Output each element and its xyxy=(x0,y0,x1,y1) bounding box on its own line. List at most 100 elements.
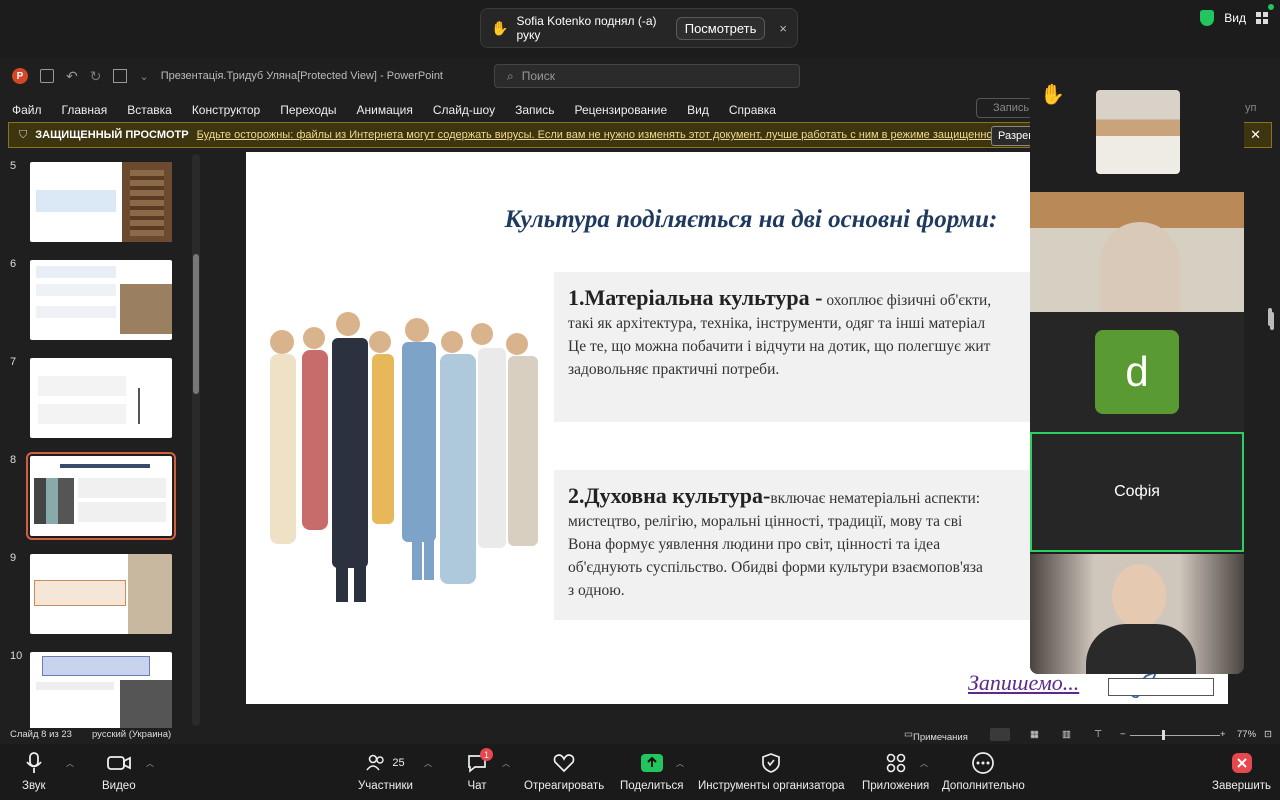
slide-thumbnail-9[interactable] xyxy=(30,554,172,634)
thumbnails-scrollbar[interactable] xyxy=(192,154,200,726)
menu-help[interactable]: Справка xyxy=(729,103,776,117)
apps-icon xyxy=(885,750,907,776)
slideshow-icon[interactable]: ⊤ xyxy=(1094,729,1102,740)
more-button[interactable]: Дополнительно xyxy=(942,750,1025,792)
menu-review[interactable]: Рецензирование xyxy=(574,103,667,117)
view-button[interactable]: Вид xyxy=(1224,11,1246,25)
slide-thumbnail-10[interactable] xyxy=(30,652,172,728)
quick-access-chevron-icon[interactable]: ⌄ xyxy=(139,70,148,83)
zoom-slider-track[interactable] xyxy=(1130,735,1220,736)
powerpoint-logo-icon: P xyxy=(12,68,28,84)
grid-view-icon[interactable] xyxy=(1256,12,1268,24)
normal-view-icon[interactable] xyxy=(990,728,1010,741)
menu-insert[interactable]: Вставка xyxy=(127,103,172,117)
menu-transitions[interactable]: Переходы xyxy=(280,103,336,117)
slide-sorter-icon[interactable]: ▦ xyxy=(1030,729,1039,740)
menu-design[interactable]: Конструктор xyxy=(192,103,260,117)
avatar-initial: d xyxy=(1125,348,1149,395)
video-button[interactable]: Видео xyxy=(102,750,136,792)
fit-to-window-icon[interactable]: ⊡ xyxy=(1264,729,1272,740)
chat-button[interactable]: 1 Чат xyxy=(466,748,493,792)
camera-icon xyxy=(106,750,132,776)
share-button-fragment[interactable]: уп xyxy=(1245,102,1256,114)
menu-home[interactable]: Главная xyxy=(62,103,108,117)
microphone-icon xyxy=(24,750,44,776)
zoom-meeting-toolbar: Звук ︿ Видео ︿ 25 Участники ︿ 1 Чат ︿ От… xyxy=(0,744,1280,800)
share-caret-icon[interactable]: ︿ xyxy=(676,758,684,769)
video-panel-scrollbar[interactable] xyxy=(1266,300,1274,680)
record-button[interactable]: Запись xyxy=(976,98,1036,118)
participants-icon xyxy=(366,754,385,771)
redo-icon[interactable]: ↻ xyxy=(90,68,102,85)
participants-caret-icon[interactable]: ︿ xyxy=(424,758,432,769)
search-input[interactable]: ⌕ Поиск xyxy=(494,64,800,88)
video-options-caret-icon[interactable]: ︿ xyxy=(146,758,154,769)
shield-icon xyxy=(761,750,781,776)
slide-thumbnail-6[interactable] xyxy=(30,260,172,340)
react-button[interactable]: Отреагировать xyxy=(524,750,604,792)
end-label: Завершить xyxy=(1212,780,1272,792)
thumb-number: 9 xyxy=(10,552,17,564)
participant-video xyxy=(1100,222,1180,312)
video-tile-5[interactable] xyxy=(1030,554,1244,674)
notes-label: Примечания xyxy=(912,732,968,743)
ribbon-menu: Файл Главная Вставка Конструктор Переход… xyxy=(0,98,1030,122)
protected-close-icon[interactable]: ✕ xyxy=(1250,127,1261,143)
undo-icon[interactable]: ↶ xyxy=(66,68,78,85)
encryption-shield-icon[interactable] xyxy=(1200,10,1215,26)
notice-close-icon[interactable]: × xyxy=(779,21,787,36)
share-screen-icon xyxy=(640,750,664,776)
slide-thumbnail-5[interactable] xyxy=(30,162,172,242)
audio-options-caret-icon[interactable]: ︿ xyxy=(66,758,74,769)
window-title: Презентація.Тридуб Уляна[Protected View]… xyxy=(160,70,443,82)
host-tools-label: Инструменты организатора xyxy=(698,780,845,792)
menu-file[interactable]: Файл xyxy=(12,103,42,117)
zoom-in-icon[interactable]: + xyxy=(1220,729,1226,740)
thumb-number: 8 xyxy=(10,454,17,466)
host-tools-button[interactable]: Инструменты организатора xyxy=(698,750,845,792)
chat-caret-icon[interactable]: ︿ xyxy=(502,758,510,769)
thumb-number: 7 xyxy=(10,356,17,368)
protected-view-message[interactable]: Будьте осторожны: файлы из Интернета мог… xyxy=(197,129,1063,141)
zoom-out-icon[interactable]: − xyxy=(1120,729,1126,740)
status-dot-icon xyxy=(1268,4,1274,10)
language-indicator[interactable]: русский (Украина) xyxy=(92,729,171,740)
slide-thumbnail-7[interactable] xyxy=(30,358,172,438)
share-label: Поделиться xyxy=(620,780,684,792)
menu-animations[interactable]: Анимация xyxy=(357,103,413,117)
view-controls: Вид xyxy=(1200,10,1268,26)
video-tile-1[interactable]: ✋ xyxy=(1030,72,1244,190)
apps-button[interactable]: Приложения xyxy=(862,750,929,792)
notice-text: Sofia Kotenko поднял (-а) руку xyxy=(516,14,657,42)
apps-caret-icon[interactable]: ︿ xyxy=(920,758,928,769)
zoom-top-bar: ✋ Sofia Kotenko поднял (-а) руку Посмотр… xyxy=(0,0,1280,58)
ppt-status-bar: Слайд 8 из 23 русский (Украина) ▭ Примеч… xyxy=(0,726,1280,744)
save-icon[interactable] xyxy=(40,69,54,83)
thumb-number: 6 xyxy=(10,258,17,270)
notes-button[interactable]: ▭ Примечания xyxy=(904,729,968,743)
video-tile-2[interactable] xyxy=(1030,192,1244,312)
video-label: Видео xyxy=(102,780,136,792)
raised-hand-notice: ✋ Sofia Kotenko поднял (-а) руку Посмотр… xyxy=(480,8,798,48)
menu-slideshow[interactable]: Слайд-шоу xyxy=(433,103,495,117)
menu-record[interactable]: Запись xyxy=(515,103,554,117)
video-tile-3[interactable]: d xyxy=(1030,312,1244,432)
end-icon xyxy=(1231,750,1253,776)
share-screen-button[interactable]: Поделиться xyxy=(620,750,684,792)
chat-label: Чат xyxy=(467,780,487,792)
participant-initial-avatar: d xyxy=(1095,330,1179,414)
end-meeting-button[interactable]: Завершить xyxy=(1212,750,1271,792)
slide-thumbnail-8[interactable] xyxy=(26,452,176,540)
notice-view-button[interactable]: Посмотреть xyxy=(675,16,766,40)
menu-view[interactable]: Вид xyxy=(687,103,709,117)
present-icon[interactable] xyxy=(113,69,128,83)
raised-hand-icon: ✋ xyxy=(1040,84,1065,106)
zoom-slider-handle[interactable] xyxy=(1162,730,1165,740)
audio-button[interactable]: Звук xyxy=(22,750,46,792)
raised-hand-icon: ✋ xyxy=(491,19,509,36)
video-tile-4-active[interactable]: Софія xyxy=(1030,432,1244,552)
participants-button[interactable]: 25 Участники xyxy=(358,750,413,792)
reading-view-icon[interactable]: ▥ xyxy=(1062,729,1071,740)
zoom-level[interactable]: 77% xyxy=(1237,729,1256,740)
participant-name: Софія xyxy=(1114,483,1160,500)
